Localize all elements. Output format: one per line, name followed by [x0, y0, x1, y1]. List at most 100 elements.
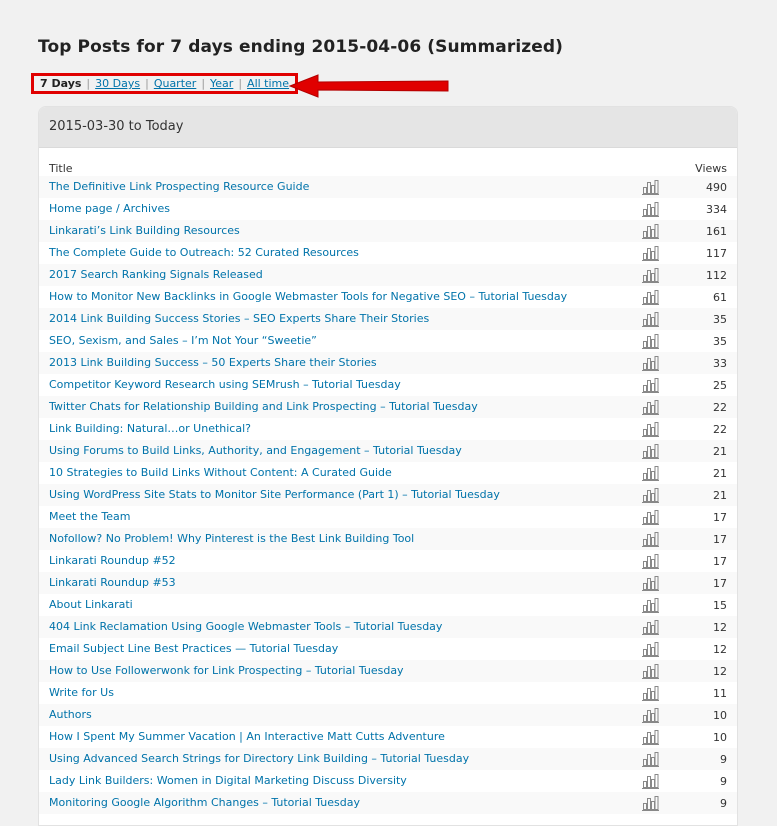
table-row: SEO, Sexism, and Sales – I’m Not Your “S… — [39, 330, 737, 352]
bar-chart-icon[interactable] — [642, 796, 659, 814]
period-link-year[interactable]: Year — [210, 77, 233, 90]
bar-chart-icon[interactable] — [642, 334, 659, 352]
post-title-link[interactable]: Authors — [49, 708, 92, 721]
post-views-count: 9 — [720, 753, 727, 766]
post-title-link[interactable]: 404 Link Reclamation Using Google Webmas… — [49, 620, 442, 633]
post-title-link[interactable]: Link Building: Natural…or Unethical? — [49, 422, 251, 435]
table-row: 2017 Search Ranking Signals Released 112 — [39, 264, 737, 286]
table-row: Write for Us 11 — [39, 682, 737, 704]
post-views-count: 12 — [713, 665, 727, 678]
bar-chart-icon[interactable] — [642, 488, 659, 506]
post-title-link[interactable]: Email Subject Line Best Practices — Tuto… — [49, 642, 338, 655]
post-title-link[interactable]: 2017 Search Ranking Signals Released — [49, 268, 263, 281]
post-title-link[interactable]: How to Monitor New Backlinks in Google W… — [49, 290, 567, 303]
bar-chart-icon[interactable] — [642, 664, 659, 682]
post-views-count: 17 — [713, 555, 727, 568]
panel-header-date-range: 2015-03-30 to Today — [39, 107, 737, 148]
table-row: How to Monitor New Backlinks in Google W… — [39, 286, 737, 308]
table-row: Home page / Archives 334 — [39, 198, 737, 220]
post-views-count: 10 — [713, 731, 727, 744]
period-link-30-days[interactable]: 30 Days — [95, 77, 140, 90]
post-views-count: 25 — [713, 379, 727, 392]
post-views-count: 490 — [706, 181, 727, 194]
post-title-link[interactable]: Using Advanced Search Strings for Direct… — [49, 752, 469, 765]
bar-chart-icon[interactable] — [642, 532, 659, 550]
table-row: How to Use Followerwonk for Link Prospec… — [39, 660, 737, 682]
column-header-title: Title — [49, 162, 73, 175]
post-views-count: 11 — [713, 687, 727, 700]
period-nav: 7 Days | 30 Days | Quarter | Year | All … — [31, 73, 299, 94]
post-title-link[interactable]: Using WordPress Site Stats to Monitor Si… — [49, 488, 500, 501]
post-views-count: 10 — [713, 709, 727, 722]
post-title-link[interactable]: The Complete Guide to Outreach: 52 Curat… — [49, 246, 359, 259]
bar-chart-icon[interactable] — [642, 400, 659, 418]
page-title: Top Posts for 7 days ending 2015-04-06 (… — [38, 37, 564, 57]
post-title-link[interactable]: 10 Strategies to Build Links Without Con… — [49, 466, 392, 479]
table-header: Title Views — [39, 148, 737, 176]
table-row: Link Building: Natural…or Unethical? 22 — [39, 418, 737, 440]
bar-chart-icon[interactable] — [642, 466, 659, 484]
post-views-count: 22 — [713, 401, 727, 414]
post-title-link[interactable]: Home page / Archives — [49, 202, 170, 215]
bar-chart-icon[interactable] — [642, 246, 659, 264]
bar-chart-icon[interactable] — [642, 224, 659, 242]
table-row: About Linkarati 15 — [39, 594, 737, 616]
post-title-link[interactable]: 2013 Link Building Success – 50 Experts … — [49, 356, 377, 369]
bar-chart-icon[interactable] — [642, 576, 659, 594]
bar-chart-icon[interactable] — [642, 180, 659, 198]
post-views-count: 161 — [706, 225, 727, 238]
period-separator: | — [86, 77, 91, 90]
table-row: Meet the Team 17 — [39, 506, 737, 528]
post-title-link[interactable]: How I Spent My Summer Vacation | An Inte… — [49, 730, 445, 743]
post-title-link[interactable]: Linkarati Roundup #53 — [49, 576, 176, 589]
bar-chart-icon[interactable] — [642, 268, 659, 286]
table-row — [39, 814, 737, 825]
post-title-link[interactable]: Lady Link Builders: Women in Digital Mar… — [49, 774, 407, 787]
table-row: 404 Link Reclamation Using Google Webmas… — [39, 616, 737, 638]
post-title-link[interactable]: Using Forums to Build Links, Authority, … — [49, 444, 462, 457]
post-title-link[interactable]: SEO, Sexism, and Sales – I’m Not Your “S… — [49, 334, 317, 347]
bar-chart-icon[interactable] — [642, 378, 659, 396]
bar-chart-icon[interactable] — [642, 422, 659, 440]
bar-chart-icon[interactable] — [642, 510, 659, 528]
post-title-link[interactable]: Nofollow? No Problem! Why Pinterest is t… — [49, 532, 414, 545]
bar-chart-icon[interactable] — [642, 708, 659, 726]
post-views-count: 12 — [713, 621, 727, 634]
post-title-link[interactable]: Write for Us — [49, 686, 114, 699]
post-title-link[interactable]: The Definitive Link Prospecting Resource… — [49, 180, 309, 193]
post-views-count: 35 — [713, 313, 727, 326]
period-link-all-time[interactable]: All time — [247, 77, 289, 90]
bar-chart-icon[interactable] — [642, 598, 659, 616]
top-posts-panel: 2015-03-30 to Today Title Views The Defi… — [38, 106, 738, 826]
posts-table: The Definitive Link Prospecting Resource… — [39, 176, 737, 825]
table-row: How I Spent My Summer Vacation | An Inte… — [39, 726, 737, 748]
table-row: Authors 10 — [39, 704, 737, 726]
period-current-7-days: 7 Days — [40, 77, 82, 90]
period-link-quarter[interactable]: Quarter — [154, 77, 197, 90]
bar-chart-icon[interactable] — [642, 202, 659, 220]
bar-chart-icon[interactable] — [642, 686, 659, 704]
table-row: 2013 Link Building Success – 50 Experts … — [39, 352, 737, 374]
bar-chart-icon[interactable] — [642, 312, 659, 330]
post-title-link[interactable]: Linkarati Roundup #52 — [49, 554, 176, 567]
bar-chart-icon[interactable] — [642, 356, 659, 374]
period-separator: | — [201, 77, 206, 90]
post-title-link[interactable]: Linkarati’s Link Building Resources — [49, 224, 240, 237]
bar-chart-icon[interactable] — [642, 444, 659, 462]
post-views-count: 117 — [706, 247, 727, 260]
bar-chart-icon[interactable] — [642, 554, 659, 572]
post-title-link[interactable]: Twitter Chats for Relationship Building … — [49, 400, 478, 413]
post-title-link[interactable]: Competitor Keyword Research using SEMrus… — [49, 378, 401, 391]
post-title-link[interactable]: Monitoring Google Algorithm Changes – Tu… — [49, 796, 360, 809]
post-title-link[interactable]: Meet the Team — [49, 510, 130, 523]
bar-chart-icon[interactable] — [642, 774, 659, 792]
bar-chart-icon[interactable] — [642, 642, 659, 660]
post-title-link[interactable]: 2014 Link Building Success Stories – SEO… — [49, 312, 429, 325]
table-row: 2014 Link Building Success Stories – SEO… — [39, 308, 737, 330]
bar-chart-icon[interactable] — [642, 620, 659, 638]
bar-chart-icon[interactable] — [642, 752, 659, 770]
bar-chart-icon[interactable] — [642, 290, 659, 308]
post-title-link[interactable]: How to Use Followerwonk for Link Prospec… — [49, 664, 404, 677]
bar-chart-icon[interactable] — [642, 730, 659, 748]
post-title-link[interactable]: About Linkarati — [49, 598, 133, 611]
